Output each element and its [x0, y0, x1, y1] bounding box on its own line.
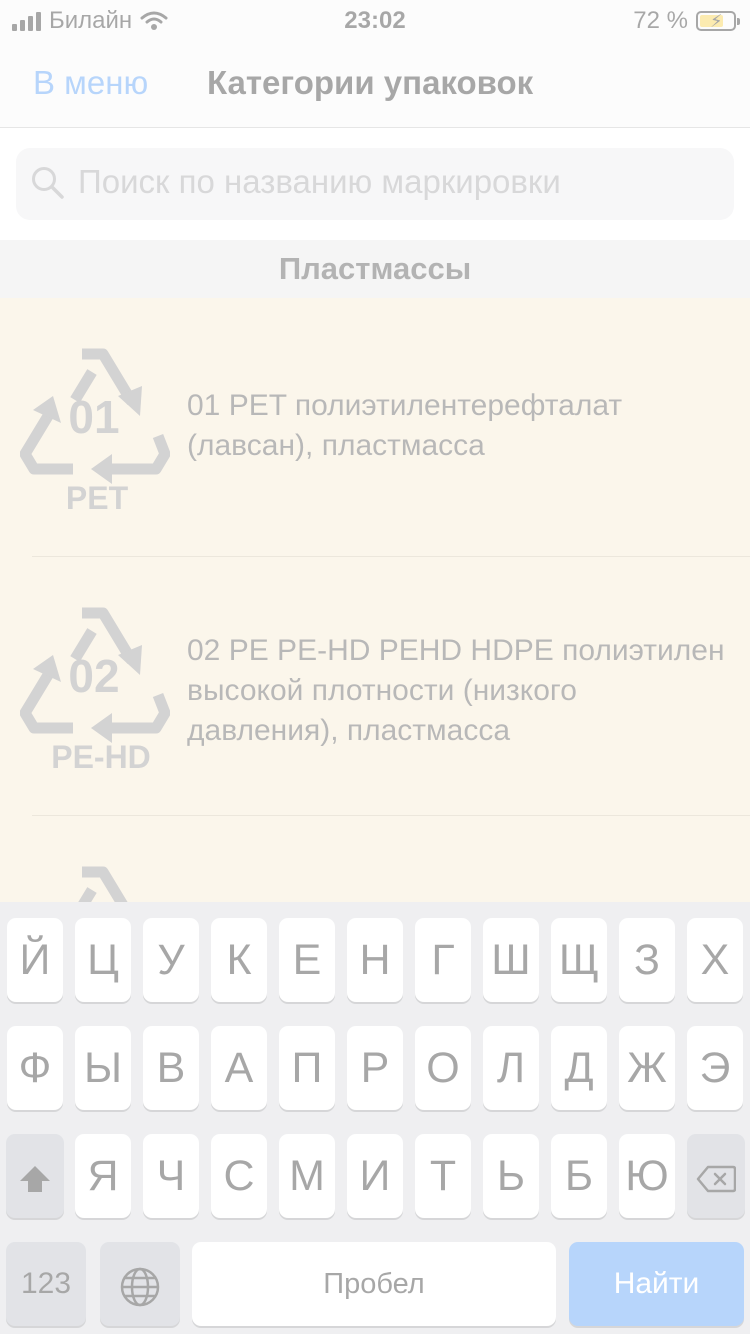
- charging-bolt-icon: ⚡: [710, 11, 723, 31]
- letter-key[interactable]: У: [143, 918, 199, 1002]
- recycle-abbr: PET: [65, 480, 129, 516]
- navigation-bar: В меню Категории упаковок: [0, 40, 750, 128]
- letter-key[interactable]: П: [279, 1026, 335, 1110]
- status-bar: Билайн 23:02 72 % ⚡: [0, 0, 750, 40]
- app-screen: Билайн 23:02 72 % ⚡ В меню Категории упа…: [0, 0, 750, 1334]
- shift-icon: [20, 1165, 50, 1192]
- letter-key[interactable]: Е: [279, 918, 335, 1002]
- section-header: Пластмассы: [0, 240, 750, 298]
- back-button[interactable]: В меню: [33, 64, 148, 102]
- search-input[interactable]: Поиск по названию маркировки: [16, 148, 734, 220]
- status-right: 72 % ⚡: [633, 7, 740, 35]
- letter-key[interactable]: Р: [347, 1026, 403, 1110]
- letter-key[interactable]: Д: [551, 1026, 607, 1110]
- page-title: Категории упаковок: [207, 64, 534, 101]
- letter-key[interactable]: В: [143, 1026, 199, 1110]
- search-placeholder: Поиск по названию маркировки: [78, 163, 561, 200]
- search-icon: [32, 167, 64, 199]
- letter-key[interactable]: Н: [347, 918, 403, 1002]
- globe-icon: [120, 1267, 160, 1306]
- category-list: 01 PET 01 PET полиэтилентерефталат (лавс…: [0, 298, 750, 902]
- search-key[interactable]: Найти: [569, 1242, 744, 1326]
- letter-key[interactable]: Ч: [143, 1134, 199, 1218]
- letter-key[interactable]: Б: [551, 1134, 607, 1218]
- letter-key[interactable]: Ц: [75, 918, 131, 1002]
- letter-key[interactable]: С: [211, 1134, 267, 1218]
- letter-key[interactable]: Т: [415, 1134, 471, 1218]
- letter-key[interactable]: Х: [687, 918, 743, 1002]
- list-item[interactable]: 01 PET 01 PET полиэтилентерефталат (лавс…: [0, 298, 750, 557]
- letter-key[interactable]: Ф: [7, 1026, 63, 1110]
- letter-key[interactable]: М: [279, 1134, 335, 1218]
- letter-key[interactable]: Ш: [483, 918, 539, 1002]
- keyboard: ЙЦУКЕНГШЩЗХ ФЫВАПРОЛДЖЭ ЯЧСМИТЬБЮ 123 Пр…: [0, 902, 750, 1334]
- battery-percent: 72 %: [633, 7, 688, 34]
- letter-key[interactable]: Ы: [75, 1026, 131, 1110]
- globe-key[interactable]: [100, 1242, 180, 1326]
- list-item-partial[interactable]: [0, 816, 750, 902]
- letter-key[interactable]: Й: [7, 918, 63, 1002]
- letter-key[interactable]: Ь: [483, 1134, 539, 1218]
- letter-key[interactable]: О: [415, 1026, 471, 1110]
- letter-key[interactable]: Ю: [619, 1134, 675, 1218]
- letter-key[interactable]: Щ: [551, 918, 607, 1002]
- letter-key[interactable]: К: [211, 918, 267, 1002]
- backspace-icon: [696, 1165, 736, 1192]
- recycle-code: 02: [68, 650, 120, 702]
- letter-key[interactable]: Э: [687, 1026, 743, 1110]
- recycle-abbr: PE-HD: [51, 739, 151, 775]
- list-item[interactable]: 02 PE-HD 02 PE PE-HD PEHD HDPE полиэтиле…: [0, 557, 750, 816]
- item-description: 01 PET полиэтилентерефталат (лавсан), пл…: [187, 389, 623, 462]
- space-key[interactable]: Пробел: [192, 1242, 556, 1326]
- letter-key[interactable]: И: [347, 1134, 403, 1218]
- battery-icon: ⚡: [696, 11, 740, 31]
- item-description: 02 PE PE-HD PEHD HDPE полиэтилен высокой…: [187, 634, 725, 747]
- numbers-key[interactable]: 123: [6, 1242, 86, 1326]
- letter-key[interactable]: Г: [415, 918, 471, 1002]
- shift-key[interactable]: [6, 1134, 64, 1218]
- letter-key[interactable]: Л: [483, 1026, 539, 1110]
- recycle-icon: [20, 854, 170, 902]
- letter-key[interactable]: Я: [75, 1134, 131, 1218]
- letter-key[interactable]: З: [619, 918, 675, 1002]
- recycle-code: 01: [68, 391, 120, 443]
- delete-key[interactable]: [687, 1134, 745, 1218]
- letter-key[interactable]: Ж: [619, 1026, 675, 1110]
- search-bar: Поиск по названию маркировки: [0, 128, 750, 240]
- letter-key[interactable]: А: [211, 1026, 267, 1110]
